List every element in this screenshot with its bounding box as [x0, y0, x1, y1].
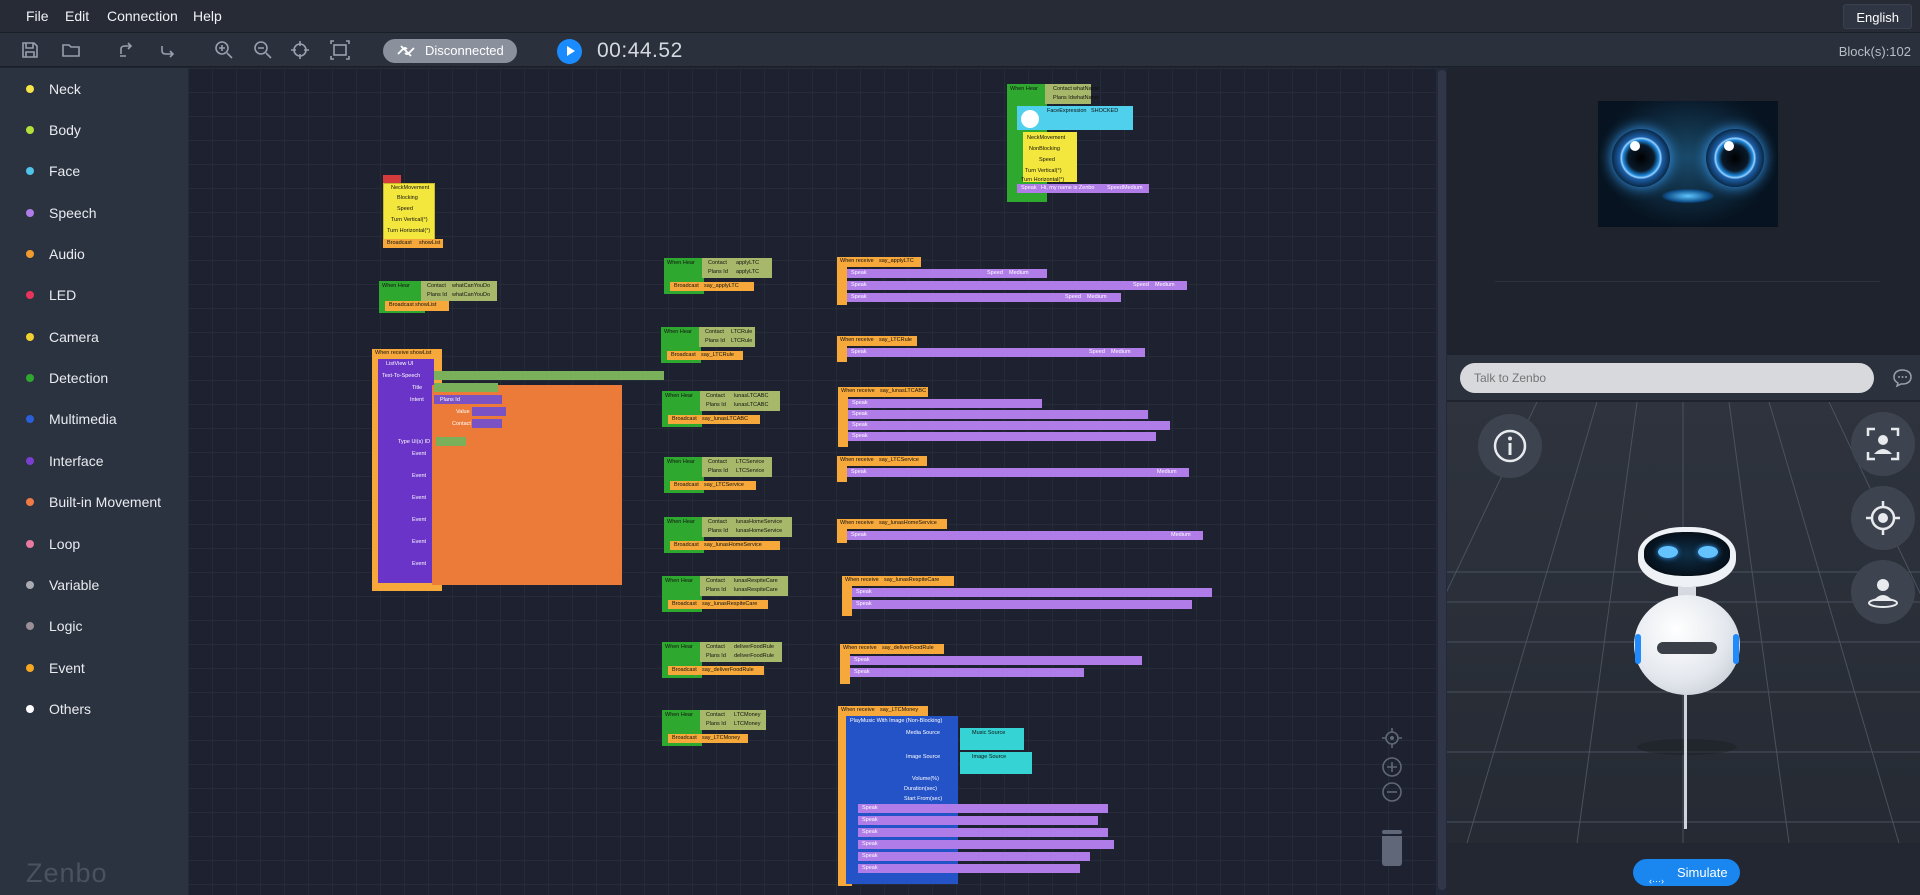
when-hear-block[interactable]: When Hear Contact deliverFoodRule Plans …	[662, 642, 792, 680]
category-dot	[26, 85, 34, 93]
code-icon: ‹···›	[1649, 876, 1664, 886]
info-icon	[1493, 429, 1527, 463]
when-receive-speak-block[interactable]: When receive say_lunasRespiteCare Speak …	[842, 576, 1214, 618]
connection-status-label: Disconnected	[425, 43, 504, 58]
block-workspace[interactable]: NeckMovement Blocking Speed Turn Vertica…	[188, 68, 1437, 895]
undo-icon[interactable]	[117, 40, 137, 60]
robot-right-eye	[1706, 129, 1764, 187]
play-music-block[interactable]: When receive say_LTCMoney PlayMusic With…	[838, 706, 1114, 888]
when-receive-speak-block[interactable]: When receive say_deliverFoodRule Speak S…	[840, 644, 1144, 686]
target-button[interactable]	[1851, 486, 1915, 550]
robot-bumper	[1657, 642, 1717, 654]
timer-display: 00:44.52	[597, 39, 683, 62]
category-dot	[26, 250, 34, 258]
play-button[interactable]	[557, 39, 582, 64]
category-dot	[26, 209, 34, 217]
simulate-button[interactable]: ‹···› Simulate	[1633, 859, 1740, 886]
zoom-out-icon[interactable]	[253, 40, 273, 60]
recenter-icon[interactable]	[1381, 727, 1403, 749]
robot-axis-line	[1684, 694, 1687, 829]
menu-edit[interactable]: Edit	[65, 8, 89, 24]
category-dot	[26, 291, 34, 299]
robot-eye-left	[1658, 546, 1678, 558]
center-icon[interactable]	[290, 40, 310, 60]
robot-light-right	[1733, 634, 1739, 664]
zoom-in-icon[interactable]	[214, 40, 234, 60]
when-receive-speak-block[interactable]: When receive say_LTCService Speak Medium	[837, 456, 1191, 484]
category-dot	[26, 167, 34, 175]
when-hear-start-block[interactable]: When Hear Contact whatName Plans Id what…	[1007, 84, 1149, 204]
block-category-sidebar: Neck Body Face Speech Audio LED Camera D…	[0, 68, 188, 895]
user-button[interactable]	[1851, 560, 1915, 624]
neck-movement-block[interactable]: NeckMovement Blocking Speed Turn Vertica…	[383, 175, 443, 248]
connection-status-button[interactable]: Disconnected	[383, 39, 517, 63]
toolbar: Disconnected 00:44.52 Block(s):102	[0, 33, 1920, 67]
info-button[interactable]	[1478, 414, 1542, 478]
robot-3d-viewport[interactable]	[1447, 402, 1920, 843]
category-dot	[26, 333, 34, 341]
category-dot	[26, 415, 34, 423]
user-icon	[1868, 579, 1898, 608]
redo-icon[interactable]	[158, 40, 178, 60]
when-receive-speak-block[interactable]: When receive say_applyLTC Speak Speed Me…	[837, 257, 1189, 305]
open-folder-icon[interactable]	[61, 40, 81, 60]
when-hear-block[interactable]: When Hear Contact lunasHomeService Plans…	[664, 517, 804, 555]
zenbo-logo: Zenbo	[26, 858, 108, 888]
category-dot	[26, 457, 34, 465]
save-icon[interactable]	[20, 40, 40, 60]
when-receive-speak-block[interactable]: When receive say_lunasHomeService Speak …	[837, 519, 1205, 545]
category-dot	[26, 664, 34, 672]
zoom-in-icon[interactable]	[1381, 756, 1403, 778]
link-icon	[397, 45, 415, 57]
face-track-icon	[1866, 427, 1900, 461]
category-dot	[26, 581, 34, 589]
menu-connection[interactable]: Connection	[107, 8, 178, 24]
menu-file[interactable]: File	[26, 8, 49, 24]
target-icon	[1866, 501, 1900, 535]
fit-screen-icon[interactable]	[330, 40, 350, 60]
talk-input[interactable]	[1460, 363, 1874, 393]
when-hear-block[interactable]: When Hear Contact lunasLTCABC Plans Id l…	[662, 391, 782, 429]
category-dot	[26, 374, 34, 382]
when-hear-block[interactable]: When Hear Contact applyLTC Plans Id appl…	[664, 258, 774, 296]
category-dot	[26, 498, 34, 506]
category-dot	[26, 126, 34, 134]
menu-help[interactable]: Help	[193, 8, 222, 24]
category-dot	[26, 705, 34, 713]
when-hear-block[interactable]: When Hear Contact whatCanYouDo Plans Id …	[379, 281, 499, 317]
when-receive-speak-block[interactable]: When receive say_lunasLTCABC Speak Speak…	[838, 387, 1178, 447]
block-count: Block(s):102	[1838, 44, 1911, 59]
category-dot	[26, 540, 34, 548]
workspace-scroll-thumb[interactable]	[1438, 70, 1446, 890]
list-view-block[interactable]: When receive showList ListView UI Text-T…	[372, 349, 672, 593]
chat-bubble-icon[interactable]	[1892, 368, 1913, 388]
language-selector[interactable]: English	[1843, 4, 1912, 29]
robot-eye-right	[1698, 546, 1718, 558]
robot-face-display	[1598, 101, 1778, 227]
when-receive-speak-block[interactable]: When receive say_LTCRule Speak Speed Med…	[837, 336, 1147, 364]
robot-light-left	[1635, 634, 1641, 664]
when-hear-block[interactable]: When Hear Contact lunasRespiteCare Plans…	[662, 576, 802, 614]
when-hear-block[interactable]: When Hear Contact LTCService Plans Id LT…	[664, 457, 784, 495]
simulate-label: Simulate	[1677, 865, 1728, 880]
robot-mouth	[1662, 189, 1714, 203]
divider	[1495, 281, 1880, 282]
face-track-button[interactable]	[1851, 412, 1915, 476]
menu-bar: File Edit Connection Help English	[0, 0, 1920, 33]
zoom-out-icon[interactable]	[1381, 781, 1403, 803]
trash-icon[interactable]	[1380, 830, 1404, 866]
when-hear-block[interactable]: When Hear Contact LTCMoney Plans Id LTCM…	[662, 710, 772, 748]
when-hear-block[interactable]: When Hear Contact LTCRule Plans Id LTCRu…	[661, 327, 771, 365]
category-dot	[26, 622, 34, 630]
robot-left-eye	[1612, 129, 1670, 187]
